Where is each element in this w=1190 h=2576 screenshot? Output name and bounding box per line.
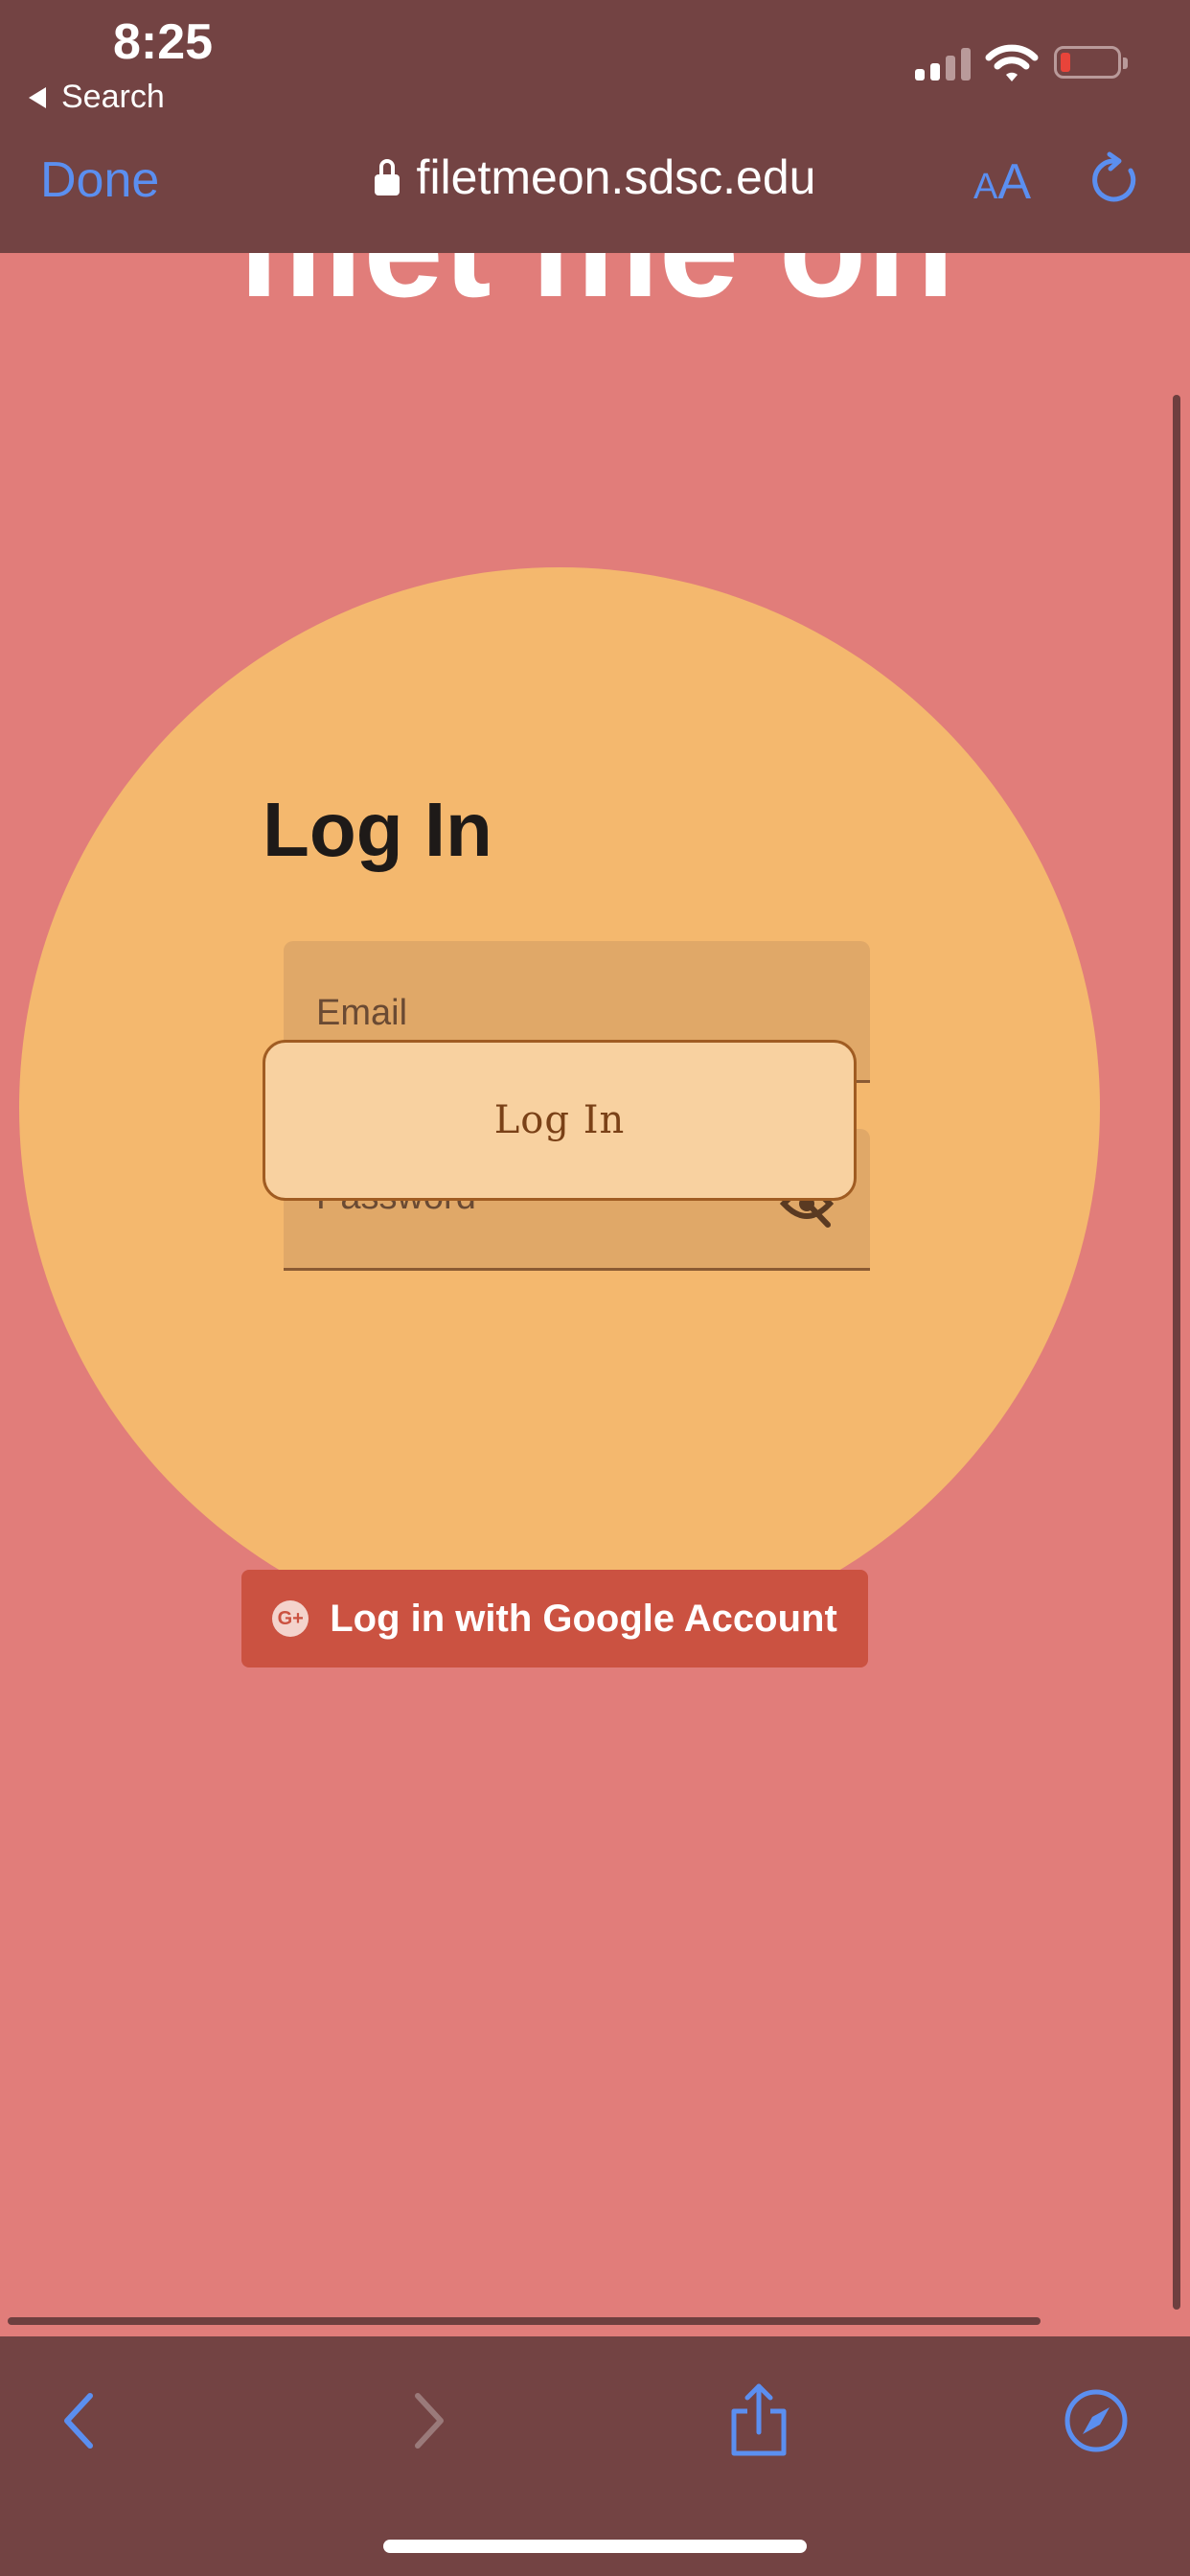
battery-icon	[1054, 46, 1128, 79]
safari-header: 8:25 Search Done filetmeon.sdsc.edu AA	[0, 0, 1190, 253]
wifi-icon	[985, 44, 1039, 81]
done-button[interactable]: Done	[40, 151, 159, 209]
google-login-label: Log in with Google Account	[330, 1597, 837, 1640]
home-indicator[interactable]	[383, 2540, 807, 2553]
share-icon[interactable]	[721, 2382, 797, 2459]
status-time: 8:25	[113, 14, 214, 70]
horizontal-scrollbar[interactable]	[8, 2317, 1041, 2325]
google-login-button[interactable]: G+ Log in with Google Account	[241, 1570, 868, 1668]
back-to-app-link[interactable]: Search	[29, 79, 165, 116]
login-submit-button[interactable]: Log In	[263, 1040, 857, 1201]
reload-icon[interactable]	[1087, 151, 1142, 207]
chevron-right-icon[interactable]	[387, 2382, 464, 2459]
address-bar[interactable]: filetmeon.sdsc.edu	[374, 150, 816, 205]
chevron-left-icon[interactable]	[44, 2382, 121, 2459]
vertical-scrollbar[interactable]	[1173, 395, 1180, 2310]
cellular-signal-icon	[915, 46, 971, 80]
reader-text-size-button[interactable]: AA	[973, 153, 1031, 211]
back-triangle-icon	[29, 86, 46, 108]
compass-icon[interactable]	[1058, 2382, 1134, 2459]
google-plus-icon: G+	[272, 1600, 309, 1637]
login-title: Log In	[263, 787, 492, 872]
email-placeholder: Email	[316, 993, 408, 1033]
back-app-label: Search	[61, 79, 165, 115]
safari-bottom-toolbar	[0, 2336, 1190, 2576]
url-text: filetmeon.sdsc.edu	[416, 150, 816, 204]
lock-icon	[374, 159, 400, 196]
